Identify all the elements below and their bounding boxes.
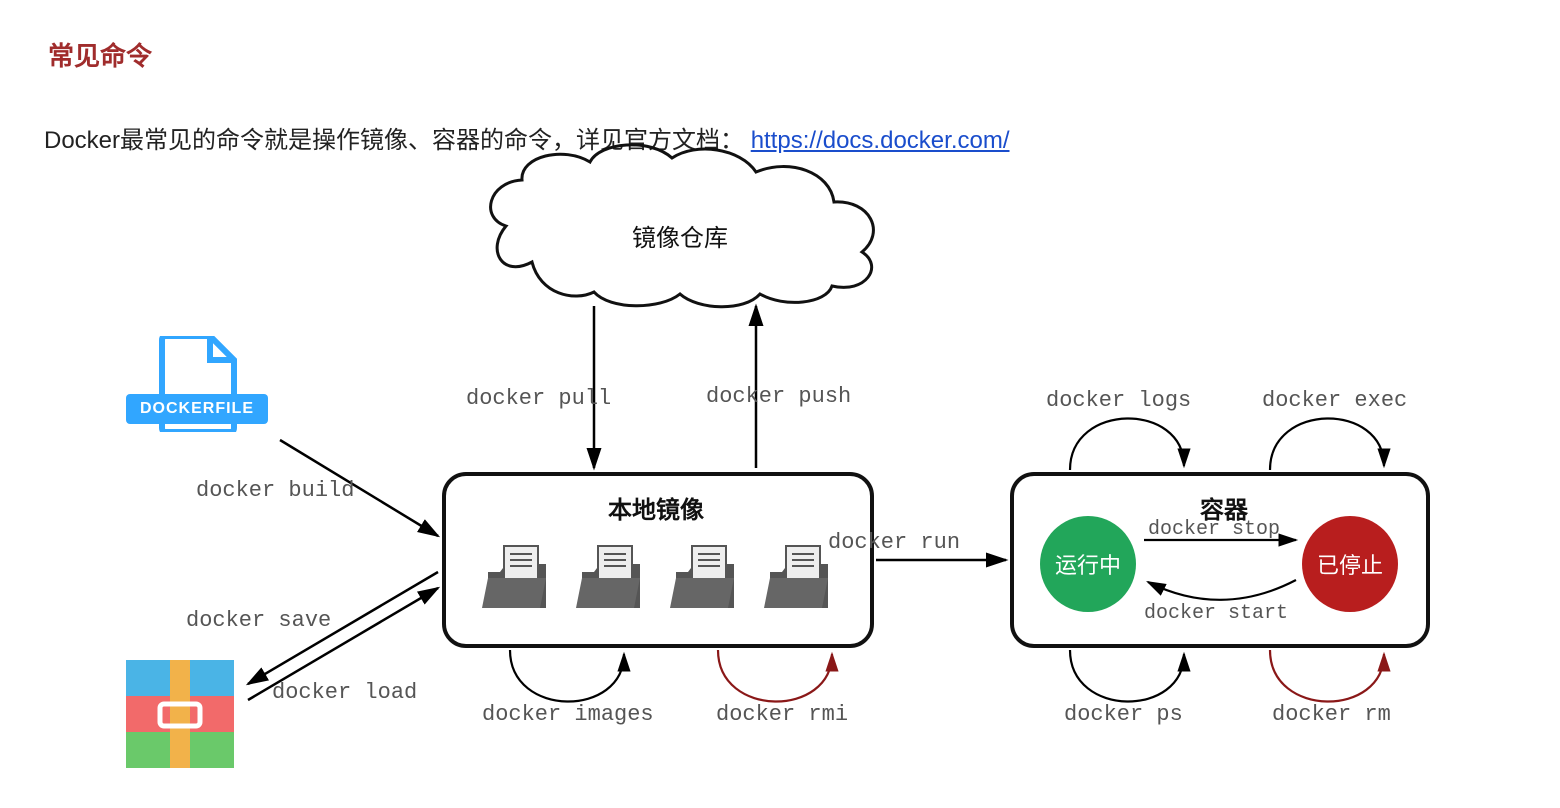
running-state: 运行中	[1040, 516, 1136, 612]
image-folder-icon	[670, 546, 734, 608]
cmd-ps: docker ps	[1064, 702, 1183, 727]
cmd-rmi: docker rmi	[716, 702, 848, 727]
docs-link[interactable]: https://docs.docker.com/	[751, 127, 1010, 154]
image-folder-icon	[482, 546, 546, 608]
subtitle: Docker最常见的命令就是操作镜像、容器的命令，详见官方文档： https:/…	[44, 120, 1010, 155]
cmd-stop: docker stop	[1148, 518, 1280, 541]
arrow-start	[1148, 580, 1296, 600]
loop-logs	[1070, 418, 1184, 470]
page-title: 常见命令	[48, 36, 152, 73]
image-folder-icon	[576, 546, 640, 608]
image-folder-icon	[764, 546, 828, 608]
cmd-pull: docker pull	[466, 386, 611, 411]
cmd-run: docker run	[828, 530, 960, 555]
cmd-save: docker save	[186, 608, 331, 633]
cmd-start: docker start	[1144, 602, 1288, 625]
cmd-rm: docker rm	[1272, 702, 1391, 727]
loop-exec	[1270, 418, 1384, 470]
subtitle-text: Docker最常见的命令就是操作镜像、容器的命令，详见官方文档：	[44, 127, 744, 154]
cmd-logs: docker logs	[1046, 388, 1191, 413]
dockerfile-icon: DOCKERFILE	[126, 336, 276, 450]
cmd-load: docker load	[272, 680, 417, 705]
cmd-build: docker build	[196, 478, 354, 503]
repo-label: 镜像仓库	[632, 218, 728, 253]
cmd-exec: docker exec	[1262, 388, 1407, 413]
local-images-title: 本地镜像	[608, 490, 704, 525]
loop-rm	[1270, 650, 1384, 702]
loop-rmi	[718, 650, 832, 702]
archive-icon	[126, 660, 234, 768]
loop-images	[510, 650, 624, 702]
cmd-push: docker push	[706, 384, 851, 409]
stopped-state: 已停止	[1302, 516, 1398, 612]
dockerfile-label: DOCKERFILE	[126, 394, 268, 424]
cmd-images: docker images	[482, 702, 654, 727]
loop-ps	[1070, 650, 1184, 702]
